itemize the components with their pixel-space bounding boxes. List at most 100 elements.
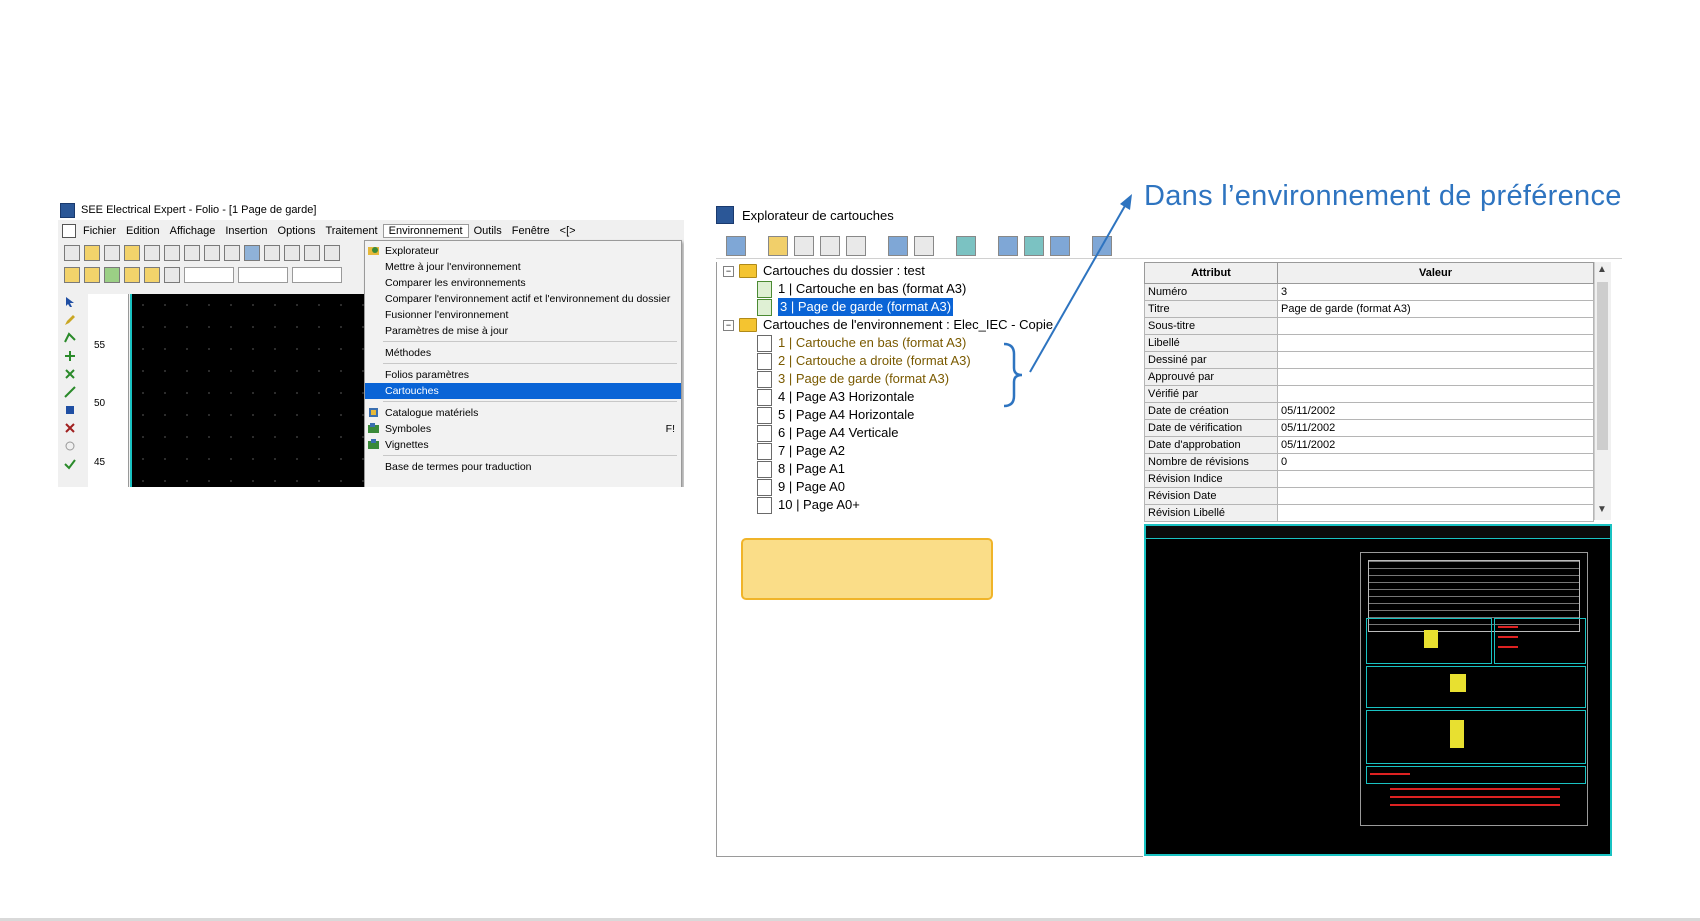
scroll-thumb[interactable] xyxy=(1597,282,1608,450)
tree-item[interactable]: 7 | Page A2 xyxy=(757,442,845,460)
combo-box[interactable] xyxy=(184,267,234,283)
tree-item[interactable]: 1 | Cartouche en bas (format A3) xyxy=(757,334,966,352)
new-icon[interactable] xyxy=(794,236,814,256)
table-row[interactable]: Révision Libellé xyxy=(1144,504,1594,522)
scroll-down-icon[interactable]: ▼ xyxy=(1597,504,1607,515)
rename-icon[interactable] xyxy=(820,236,840,256)
import-icon[interactable] xyxy=(726,236,746,256)
open-icon[interactable] xyxy=(768,236,788,256)
menu-more[interactable]: <[> xyxy=(555,225,581,237)
page-icon[interactable] xyxy=(164,245,180,261)
open-icon[interactable] xyxy=(124,245,140,261)
tree-item[interactable]: 6 | Page A4 Verticale xyxy=(757,424,898,442)
menu-item-symboles[interactable]: Symboles F! xyxy=(365,421,681,437)
tool-icon[interactable] xyxy=(64,267,80,283)
tree-folder-environnement[interactable]: − Cartouches de l'environnement : Elec_I… xyxy=(723,316,1053,334)
circle-icon[interactable] xyxy=(64,440,76,452)
line-icon[interactable] xyxy=(64,386,76,398)
attribute-scrollbar[interactable]: ▲ ▼ xyxy=(1594,262,1611,520)
combo-box[interactable] xyxy=(238,267,288,283)
menu-fichier[interactable]: Fichier xyxy=(78,225,121,237)
table-row[interactable]: Révision Date xyxy=(1144,487,1594,505)
table-row[interactable]: Approuvé par xyxy=(1144,368,1594,386)
tree-item[interactable]: 9 | Page A0 xyxy=(757,478,845,496)
tree-item[interactable]: 10 | Page A0+ xyxy=(757,496,860,514)
menu-insertion[interactable]: Insertion xyxy=(220,225,272,237)
tree-icon[interactable] xyxy=(956,236,976,256)
menu-item-comparer-environnements[interactable]: Comparer les environnements xyxy=(365,275,681,291)
page-icon[interactable] xyxy=(184,245,200,261)
table-row[interactable]: Numéro 3 xyxy=(1144,283,1594,301)
tree-folder-dossier[interactable]: − Cartouches du dossier : test xyxy=(723,262,925,280)
cut-icon[interactable] xyxy=(64,368,76,380)
pencil-icon[interactable] xyxy=(64,314,76,326)
menu-fenetre[interactable]: Fenêtre xyxy=(507,225,555,237)
tree-item[interactable]: 1 | Cartouche en bas (format A3) xyxy=(757,280,966,298)
column-header-attribut[interactable]: Attribut xyxy=(1144,262,1278,284)
paste-icon[interactable] xyxy=(914,236,934,256)
table-row[interactable]: Libellé xyxy=(1144,334,1594,352)
menu-environnement[interactable]: Environnement xyxy=(382,224,469,238)
menu-item-explorateur[interactable]: Explorateur xyxy=(365,243,681,259)
menu-item-parametres-mise-a-jour[interactable]: Paramètres de mise à jour xyxy=(365,323,681,339)
table-row[interactable]: Date de création 05/11/2002 xyxy=(1144,402,1594,420)
table-row[interactable]: Date d'approbation 05/11/2002 xyxy=(1144,436,1594,454)
page-icon[interactable] xyxy=(144,245,160,261)
table-row[interactable]: Révision Indice xyxy=(1144,470,1594,488)
menu-outils[interactable]: Outils xyxy=(469,225,507,237)
tree-item[interactable]: 5 | Page A4 Horizontale xyxy=(757,406,914,424)
table-row[interactable]: Vérifié par xyxy=(1144,385,1594,403)
check-icon[interactable] xyxy=(64,458,76,470)
menu-options[interactable]: Options xyxy=(273,225,321,237)
tree-item[interactable]: 3 | Page de garde (format A3) xyxy=(757,370,949,388)
cross-icon[interactable] xyxy=(64,422,76,434)
menu-item-comparer-actif[interactable]: Comparer l'environnement actif et l'envi… xyxy=(365,291,681,307)
save-icon[interactable] xyxy=(244,245,260,261)
tool-icon[interactable] xyxy=(124,267,140,283)
menu-item-fusionner[interactable]: Fusionner l'environnement xyxy=(365,307,681,323)
new-icon[interactable] xyxy=(64,245,80,261)
tool-icon[interactable] xyxy=(84,267,100,283)
delete-icon[interactable] xyxy=(846,236,866,256)
table-row[interactable]: Date de vérification 05/11/2002 xyxy=(1144,419,1594,437)
menu-item-methodes[interactable]: Méthodes xyxy=(365,345,681,361)
pointer-icon[interactable] xyxy=(64,296,76,308)
refresh-icon[interactable] xyxy=(998,236,1018,256)
collapse-icon[interactable]: − xyxy=(723,265,734,277)
tree-item-selected[interactable]: 3 | Page de garde (format A3) xyxy=(757,298,954,316)
menu-item-vignettes[interactable]: Vignettes xyxy=(365,437,681,453)
tree-item[interactable]: 2 | Cartouche a droite (format A3) xyxy=(757,352,971,370)
undo-icon[interactable] xyxy=(264,245,280,261)
tree-item[interactable]: 4 | Page A3 Horizontale xyxy=(757,388,914,406)
collapse-icon[interactable]: − xyxy=(723,319,734,331)
scroll-up-icon[interactable]: ▲ xyxy=(1597,264,1607,275)
page-icon[interactable] xyxy=(204,245,220,261)
menu-affichage[interactable]: Affichage xyxy=(165,225,221,237)
copy-icon[interactable] xyxy=(888,236,908,256)
menu-item-folios-parametres[interactable]: Folios paramètres xyxy=(365,367,681,383)
menu-edition[interactable]: Edition xyxy=(121,225,165,237)
connect-icon[interactable] xyxy=(64,350,76,362)
menu-item-catalogue-materiels[interactable]: Catalogue matériels xyxy=(365,405,681,421)
table-row[interactable]: Titre Page de garde (format A3) xyxy=(1144,300,1594,318)
page-icon[interactable] xyxy=(224,245,240,261)
tool-icon[interactable] xyxy=(104,267,120,283)
wire-icon[interactable] xyxy=(64,332,76,344)
table-row[interactable]: Nombre de révisions 0 xyxy=(1144,453,1594,471)
menu-traitement[interactable]: Traitement xyxy=(320,225,382,237)
component-icon[interactable] xyxy=(64,404,76,416)
tree-item[interactable]: 8 | Page A1 xyxy=(757,460,845,478)
new-folder-icon[interactable] xyxy=(84,245,100,261)
table-row[interactable]: Dessiné par xyxy=(1144,351,1594,369)
menu-item-base-de-termes[interactable]: Base de termes pour traduction xyxy=(365,459,681,475)
new-page-icon[interactable] xyxy=(104,245,120,261)
print-preview-icon[interactable] xyxy=(324,245,340,261)
menu-item-cartouches[interactable]: Cartouches xyxy=(365,383,681,399)
refresh-icon[interactable] xyxy=(164,267,180,283)
combo-box[interactable] xyxy=(292,267,342,283)
tool-icon[interactable] xyxy=(144,267,160,283)
column-header-valeur[interactable]: Valeur xyxy=(1277,262,1594,284)
print-icon[interactable] xyxy=(304,245,320,261)
table-row[interactable]: Sous-titre xyxy=(1144,317,1594,335)
menu-item-mettre-a-jour[interactable]: Mettre à jour l'environnement xyxy=(365,259,681,275)
